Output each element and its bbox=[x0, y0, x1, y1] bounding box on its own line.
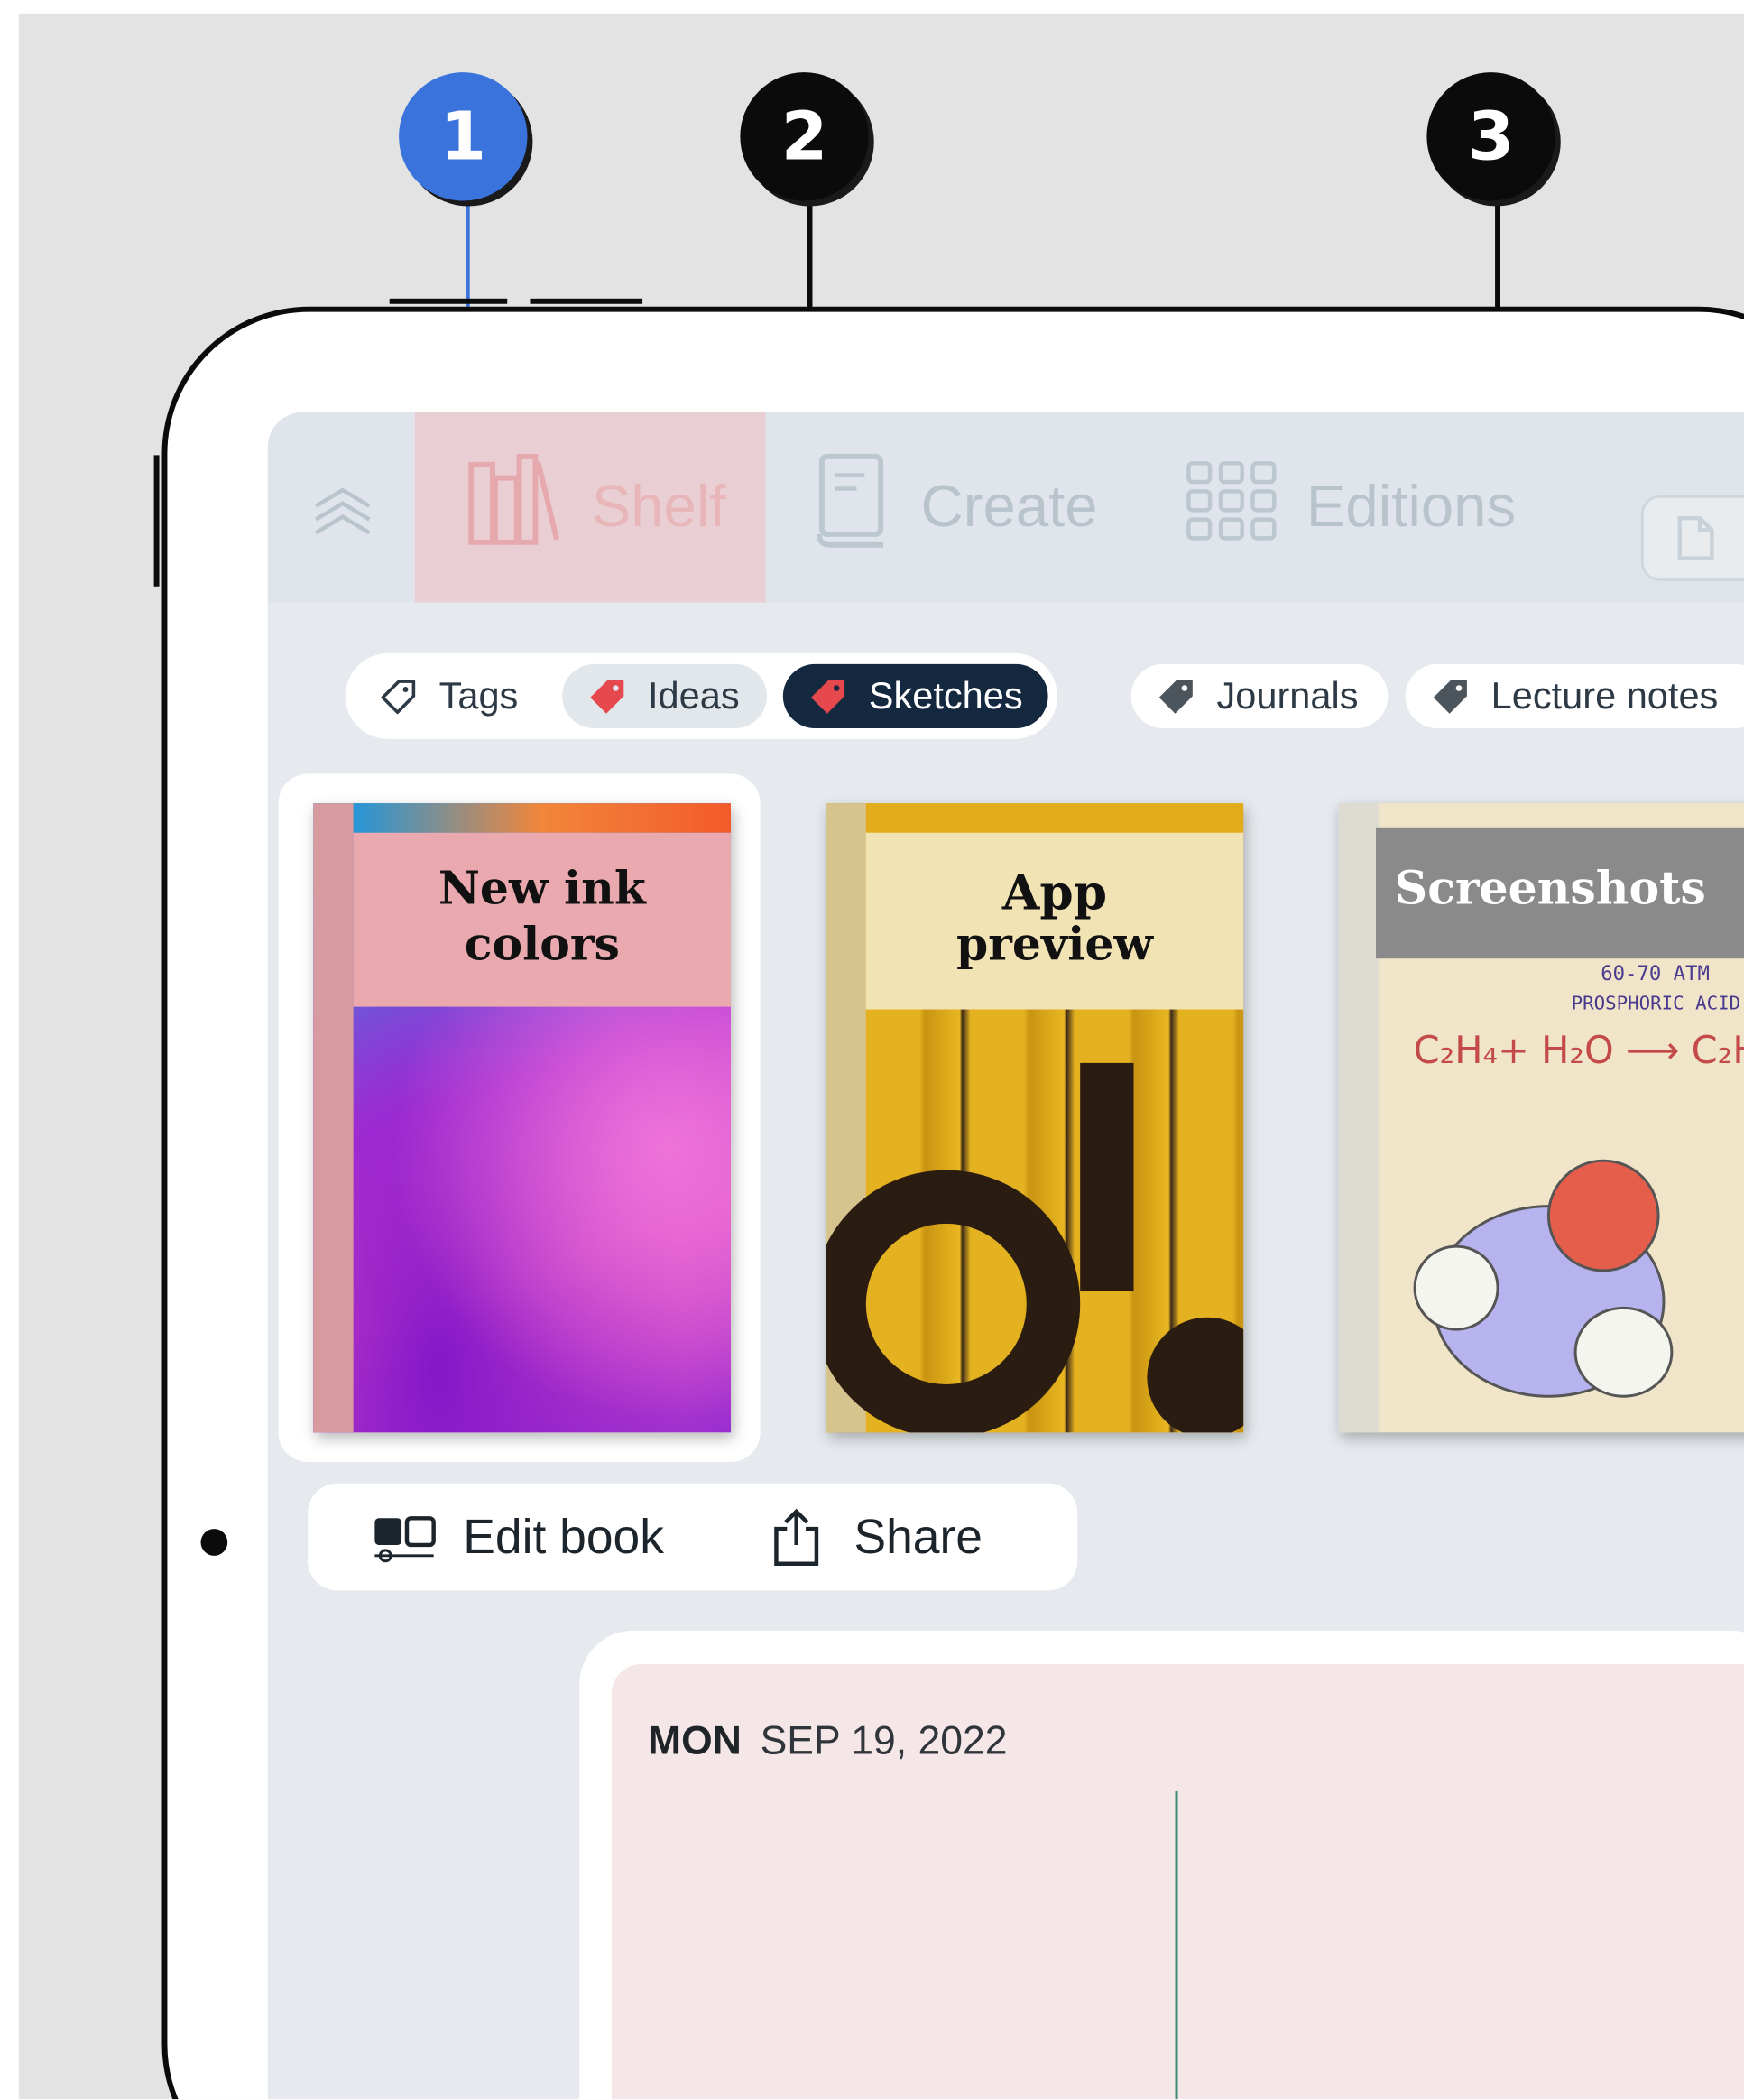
tag-icon bbox=[810, 678, 848, 716]
book-title-line1: Screenshots bbox=[1394, 862, 1706, 916]
book-spine bbox=[1338, 803, 1380, 1433]
book-note-line: C₂H₄+ H₂O ⟶ C₂H₅OH bbox=[1413, 1028, 1744, 1073]
stage: 1 2 3 Shelf Create Editions Tags Ideas S… bbox=[0, 0, 1744, 2100]
book-title-line1: App bbox=[1001, 865, 1108, 921]
tag-lecture-notes[interactable]: Lecture notes bbox=[1405, 663, 1744, 729]
molecule-illustration bbox=[1413, 1244, 1499, 1331]
books-icon bbox=[463, 450, 562, 564]
tag-journals-label: Journals bbox=[1216, 674, 1359, 717]
tags-filter[interactable]: Tags bbox=[353, 663, 549, 729]
book-new-ink-colors[interactable]: New ink colors bbox=[313, 803, 731, 1433]
edit-book-button[interactable]: Edit book bbox=[372, 1484, 664, 1591]
tab-shelf-label: Shelf bbox=[591, 474, 726, 540]
tag-ideas-label: Ideas bbox=[648, 674, 740, 717]
cover-shape bbox=[1147, 1317, 1244, 1433]
book-screenshots[interactable]: Screenshots 60-70 ATM PROSPHORIC ACID C₂… bbox=[1338, 803, 1744, 1433]
document-icon bbox=[1675, 514, 1716, 569]
cover-shape bbox=[1080, 1062, 1134, 1291]
page-date: SEP 19, 2022 bbox=[760, 1718, 1008, 1763]
share-icon bbox=[770, 1507, 821, 1566]
tab-create[interactable]: Create bbox=[814, 412, 1098, 603]
page-day: MON bbox=[648, 1718, 742, 1763]
book-title-line2: colors bbox=[464, 918, 620, 973]
canvas: 1 2 3 Shelf Create Editions Tags Ideas S… bbox=[0, 0, 1744, 2100]
edit-book-icon bbox=[372, 1510, 436, 1563]
book-title-line1: New ink bbox=[438, 862, 646, 916]
share-label: Share bbox=[854, 1508, 983, 1564]
callout-2: 2 bbox=[740, 72, 869, 201]
tab-create-label: Create bbox=[920, 474, 1098, 540]
tag-journals[interactable]: Journals bbox=[1130, 663, 1389, 729]
tag-sketches-label: Sketches bbox=[868, 674, 1023, 717]
tab-bar: Shelf Create Editions bbox=[267, 412, 1744, 603]
camera-dot bbox=[200, 1529, 228, 1556]
tags-label: Tags bbox=[438, 674, 519, 717]
notebook-icon bbox=[814, 450, 891, 564]
chevron-up-double-icon[interactable] bbox=[310, 482, 374, 542]
tag-icon bbox=[1432, 678, 1470, 716]
book-note-line: 60-70 ATM bbox=[1601, 961, 1710, 985]
tag-ideas[interactable]: Ideas bbox=[562, 663, 767, 729]
tag-icon bbox=[1158, 678, 1195, 716]
molecule-illustration bbox=[1546, 1159, 1660, 1272]
grid-icon bbox=[1186, 460, 1277, 555]
cover-shape bbox=[826, 1170, 1081, 1433]
page-divider bbox=[1175, 1790, 1178, 2100]
device-side-button bbox=[153, 455, 160, 587]
share-button[interactable]: Share bbox=[770, 1484, 983, 1591]
device-top-button-1 bbox=[389, 298, 508, 304]
page-button[interactable] bbox=[1640, 495, 1744, 581]
tab-shelf[interactable]: Shelf bbox=[414, 412, 766, 603]
book-note-line: PROSPHORIC ACID bbox=[1571, 993, 1741, 1015]
book-cover-top-strip bbox=[353, 803, 731, 833]
callout-1: 1 bbox=[399, 72, 528, 201]
book-spine bbox=[313, 803, 354, 1433]
page-date-header: MON SEP 19, 2022 bbox=[648, 1719, 1007, 1764]
tab-editions[interactable]: Editions bbox=[1186, 412, 1516, 603]
book-cover-art bbox=[826, 1009, 1244, 1433]
book-app-preview[interactable]: App preview bbox=[826, 803, 1244, 1433]
edit-book-label: Edit book bbox=[463, 1508, 664, 1564]
tag-icon bbox=[589, 678, 627, 716]
tag-lecture-notes-label: Lecture notes bbox=[1490, 674, 1719, 717]
tag-outline-icon bbox=[380, 678, 418, 716]
tag-sketches[interactable]: Sketches bbox=[782, 663, 1048, 729]
book-title-line2: preview bbox=[956, 918, 1153, 973]
device-top-button-2 bbox=[530, 298, 643, 304]
callout-3: 3 bbox=[1426, 72, 1555, 201]
tab-editions-label: Editions bbox=[1306, 474, 1517, 540]
molecule-illustration bbox=[1573, 1306, 1674, 1398]
